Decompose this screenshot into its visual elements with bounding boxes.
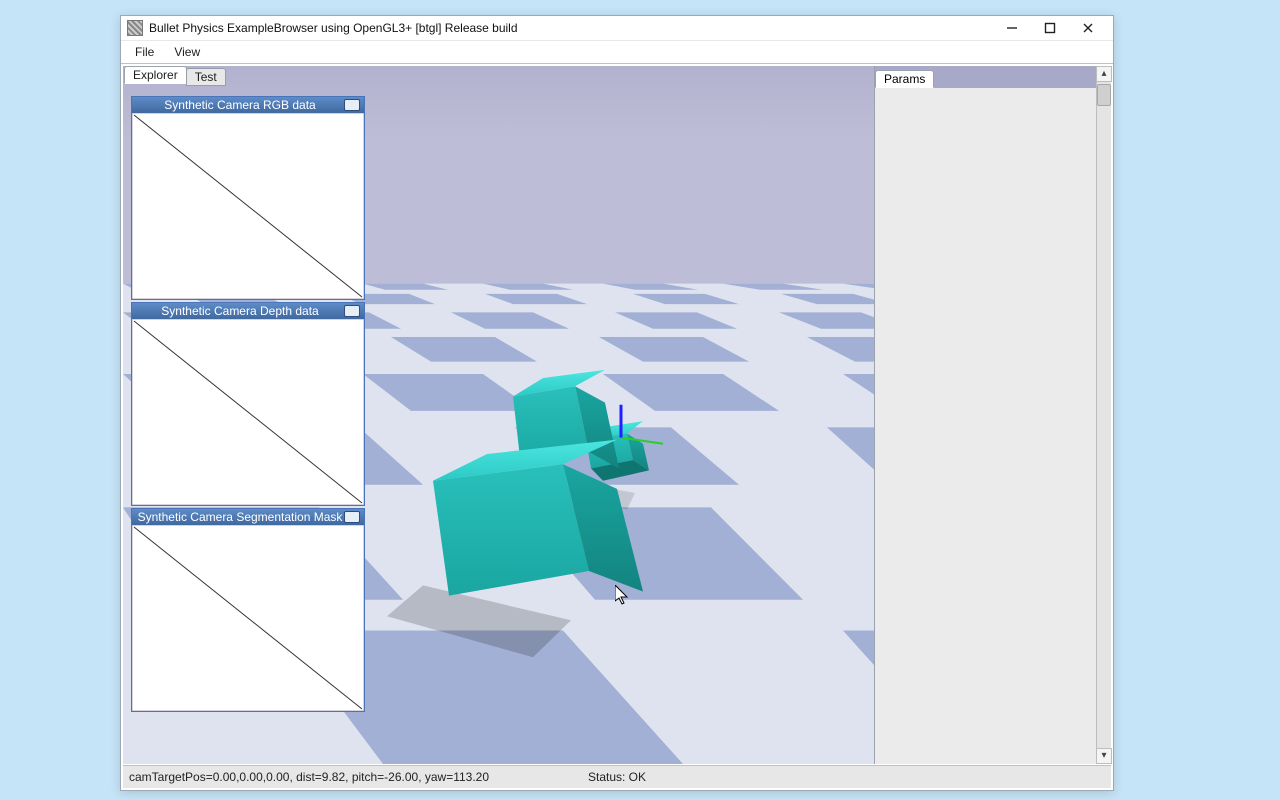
maximize-icon — [1044, 22, 1056, 34]
close-icon — [1082, 22, 1094, 34]
panel-synthetic-camera-depth[interactable]: Synthetic Camera Depth data — [131, 302, 365, 506]
menubar: File View — [121, 41, 1113, 64]
panel-collapse-icon[interactable] — [344, 99, 360, 111]
params-scrollbar[interactable]: ▴ ▾ — [1096, 66, 1111, 764]
panel-body — [132, 525, 364, 711]
panel-synthetic-camera-segmask[interactable]: Synthetic Camera Segmentation Mask — [131, 508, 365, 712]
panel-body — [132, 319, 364, 505]
panel-titlebar[interactable]: Synthetic Camera RGB data — [132, 97, 364, 113]
client-area: Explorer Test Synthetic Camera RGB data … — [121, 64, 1113, 790]
panel-collapse-icon[interactable] — [344, 305, 360, 317]
tab-params[interactable]: Params — [875, 70, 934, 88]
panel-body — [132, 113, 364, 299]
params-panel: Params ▴ ▾ — [874, 66, 1111, 764]
statusbar: camTargetPos=0.00,0.00,0.00, dist=9.82, … — [123, 765, 1111, 788]
left-tabbar: Explorer Test — [124, 66, 212, 84]
scroll-up-icon[interactable]: ▴ — [1096, 66, 1112, 82]
panel-title: Synthetic Camera Segmentation Mask — [136, 509, 344, 525]
app-window: Bullet Physics ExampleBrowser using Open… — [120, 15, 1114, 791]
placeholder-diagonal-icon — [132, 113, 364, 299]
scroll-thumb[interactable] — [1097, 84, 1111, 106]
panel-synthetic-camera-rgb[interactable]: Synthetic Camera RGB data — [131, 96, 365, 300]
panel-titlebar[interactable]: Synthetic Camera Depth data — [132, 303, 364, 319]
tab-test[interactable]: Test — [186, 68, 226, 86]
status-camera-info: camTargetPos=0.00,0.00,0.00, dist=9.82, … — [129, 770, 489, 784]
params-tabbar: Params — [875, 70, 934, 88]
panel-title: Synthetic Camera Depth data — [136, 303, 344, 319]
maximize-button[interactable] — [1031, 17, 1069, 39]
placeholder-diagonal-icon — [132, 319, 364, 505]
menu-view[interactable]: View — [168, 43, 206, 61]
close-button[interactable] — [1069, 17, 1107, 39]
window-title: Bullet Physics ExampleBrowser using Open… — [149, 21, 518, 35]
panel-title: Synthetic Camera RGB data — [136, 97, 344, 113]
minimize-icon — [1006, 22, 1018, 34]
placeholder-diagonal-icon — [132, 525, 364, 711]
menu-file[interactable]: File — [129, 43, 160, 61]
panel-collapse-icon[interactable] — [344, 511, 360, 523]
status-ok: Status: OK — [588, 770, 646, 784]
app-icon — [127, 20, 143, 36]
panel-titlebar[interactable]: Synthetic Camera Segmentation Mask — [132, 509, 364, 525]
tab-explorer[interactable]: Explorer — [124, 66, 187, 84]
minimize-button[interactable] — [993, 17, 1031, 39]
scroll-down-icon[interactable]: ▾ — [1096, 748, 1112, 764]
titlebar[interactable]: Bullet Physics ExampleBrowser using Open… — [121, 16, 1113, 41]
